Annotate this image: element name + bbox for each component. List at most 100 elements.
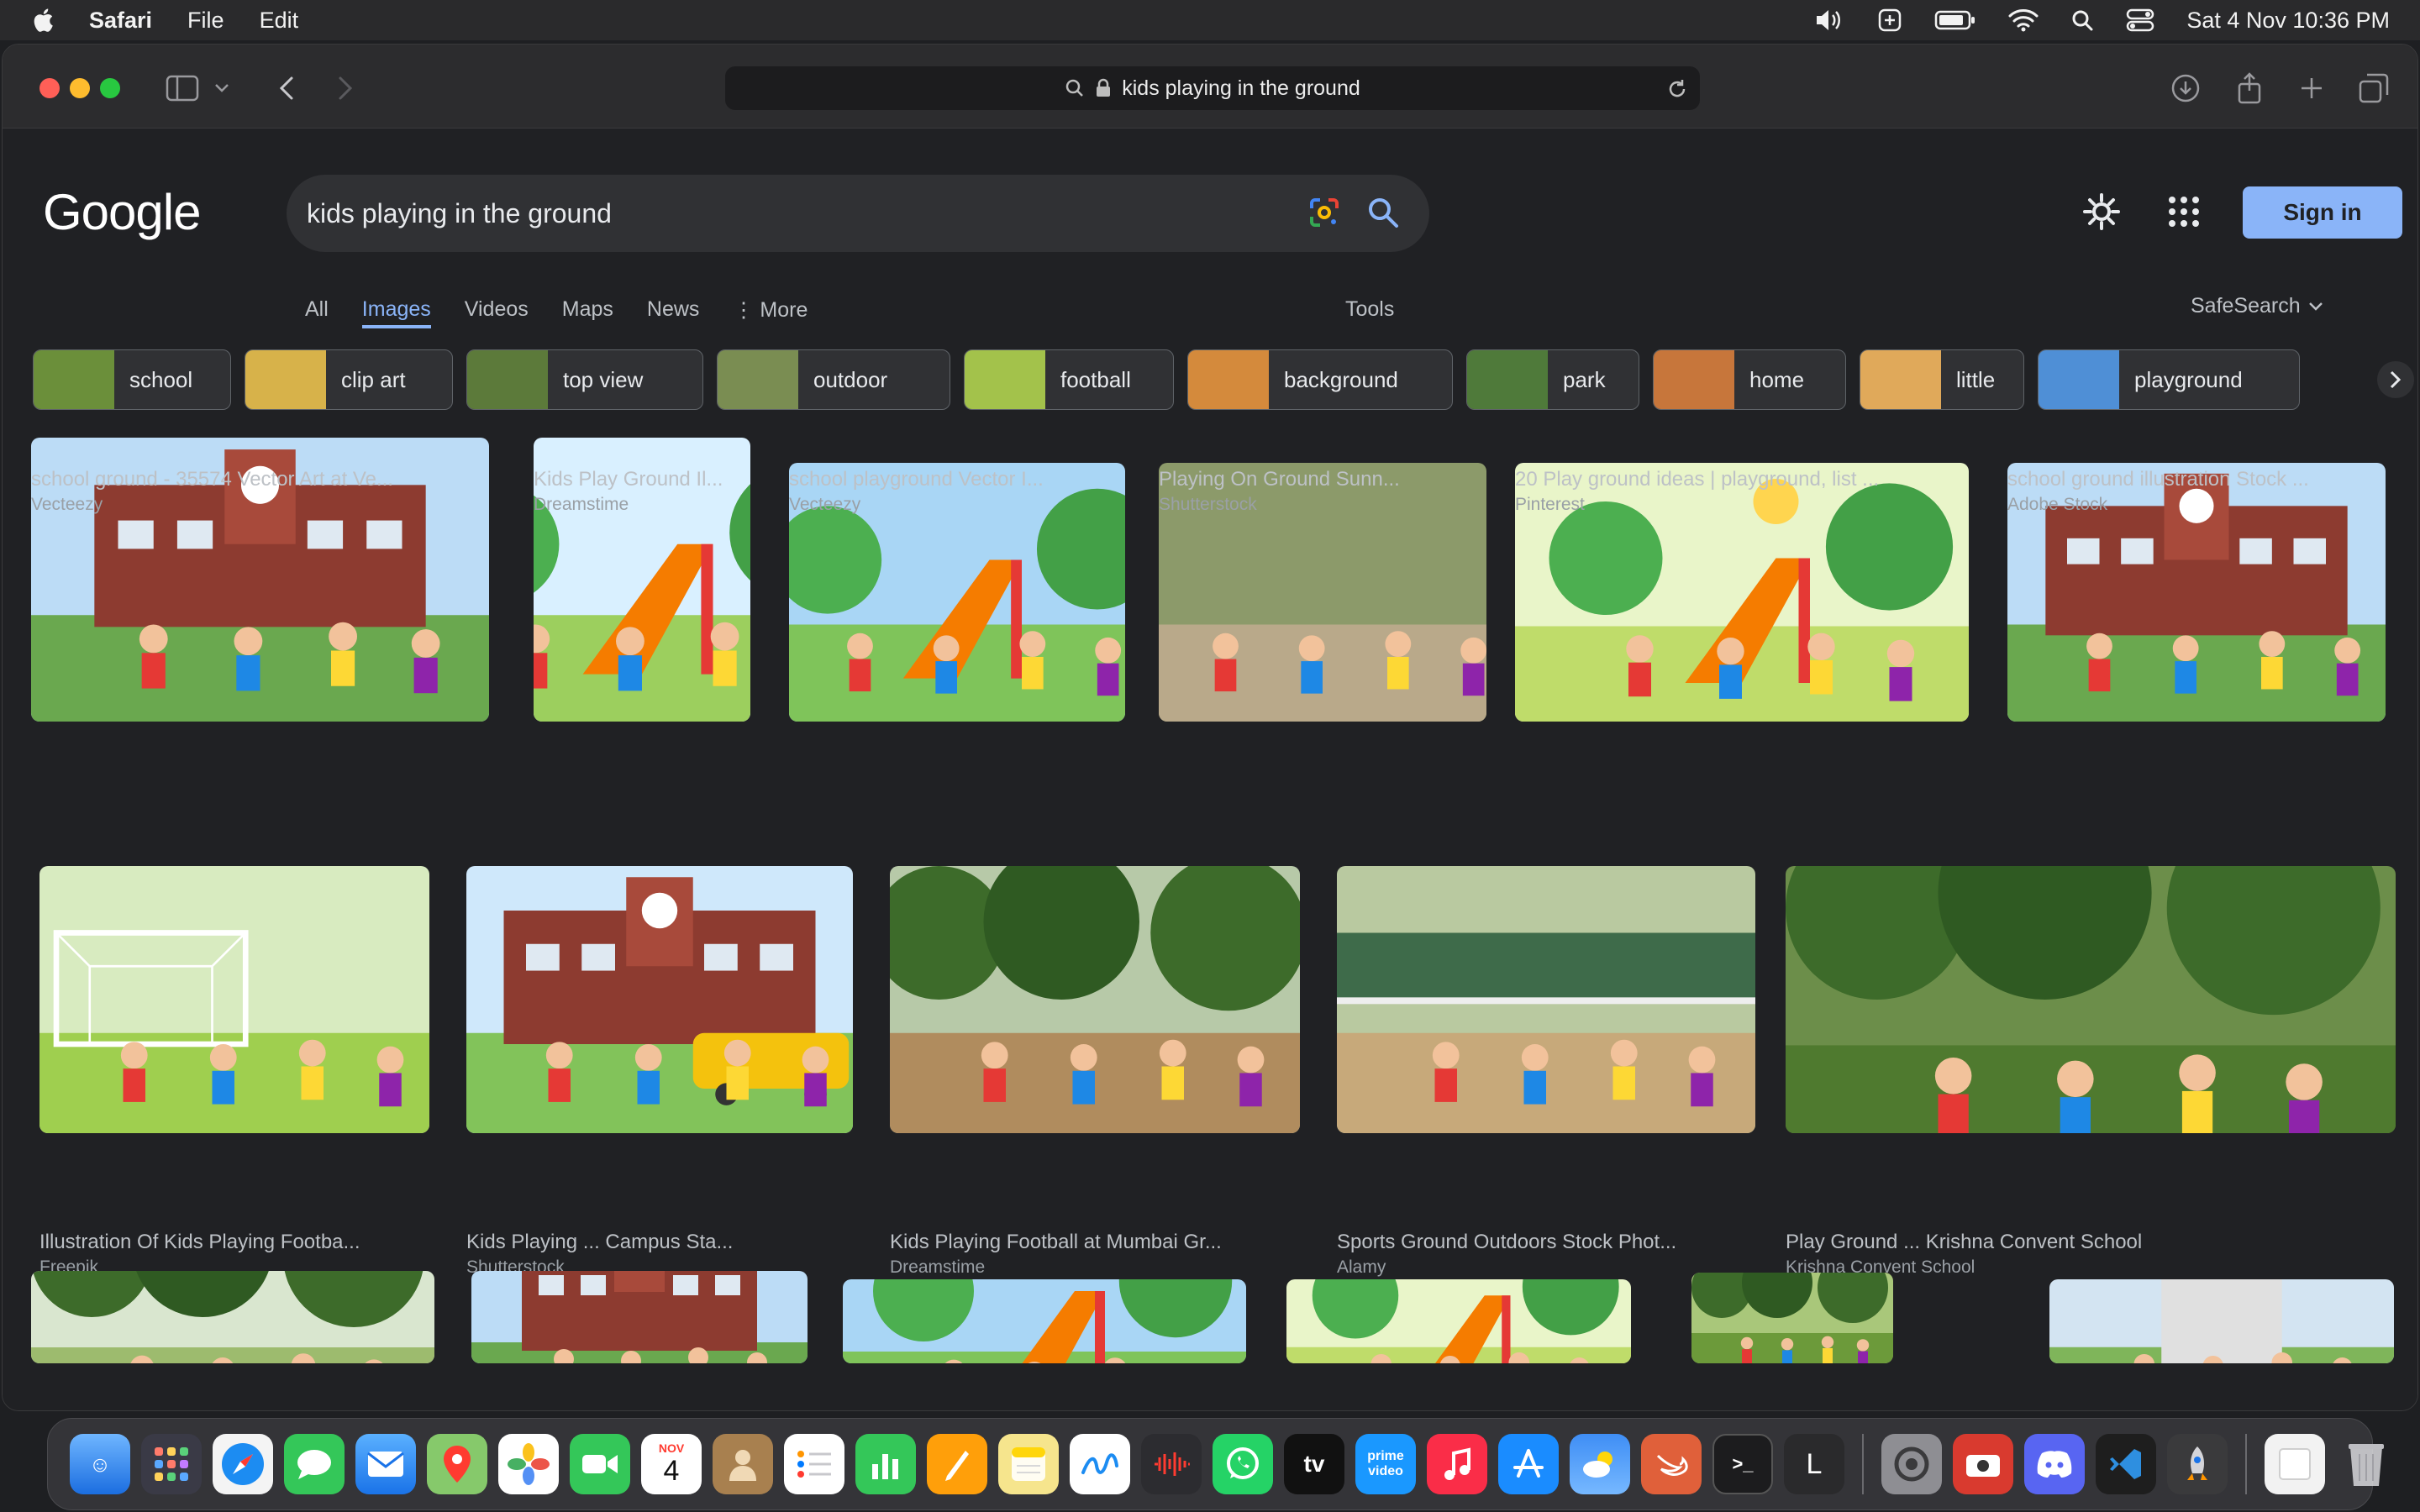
weather-icon[interactable]: [1570, 1434, 1630, 1494]
address-text[interactable]: kids playing in the ground: [1122, 76, 1360, 101]
trash-icon[interactable]: [2336, 1434, 2396, 1494]
swift-app-icon[interactable]: [1641, 1434, 1702, 1494]
tab-news[interactable]: News: [647, 297, 700, 328]
terminal-icon[interactable]: >_: [1712, 1434, 1773, 1494]
search-icon[interactable]: [1365, 195, 1401, 230]
search-input[interactable]: kids playing in the ground: [307, 198, 612, 229]
google-lens-icon[interactable]: [1307, 195, 1342, 230]
minimize-window-button[interactable]: [70, 78, 90, 98]
result-source[interactable]: Vecteezy: [789, 495, 860, 515]
result-caption[interactable]: school playground Vector I...: [789, 468, 1125, 491]
result-thumbnail[interactable]: [1337, 866, 1755, 1133]
google-apps-grid-icon[interactable]: [2164, 192, 2204, 232]
tab-videos[interactable]: Videos: [465, 297, 529, 328]
download-icon[interactable]: [2165, 68, 2206, 108]
downloads-stack-icon[interactable]: [2265, 1434, 2325, 1494]
result-thumbnail[interactable]: [1691, 1273, 1893, 1363]
address-bar[interactable]: kids playing in the ground: [725, 66, 1700, 110]
related-chip[interactable]: outdoor: [717, 349, 950, 410]
result-thumbnail[interactable]: [31, 1271, 434, 1363]
battery-icon[interactable]: [1934, 9, 1976, 31]
app-store-icon[interactable]: [1498, 1434, 1559, 1494]
result-source[interactable]: Pinterest: [1515, 495, 1585, 515]
voice-memos-icon[interactable]: [1141, 1434, 1202, 1494]
result-source[interactable]: Adobe Stock: [2007, 495, 2107, 515]
freeform-icon[interactable]: [1070, 1434, 1130, 1494]
control-icon[interactable]: [1877, 8, 1902, 33]
whatsapp-icon[interactable]: [1213, 1434, 1273, 1494]
result-source[interactable]: Shutterstock: [1159, 495, 1257, 515]
pages-icon[interactable]: [927, 1434, 987, 1494]
sidebar-toggle-icon[interactable]: [162, 68, 203, 108]
related-chip[interactable]: little: [1860, 349, 2024, 410]
tab-images[interactable]: Images: [361, 297, 431, 328]
l-app-icon[interactable]: L: [1784, 1434, 1844, 1494]
settings-gear-icon[interactable]: [2081, 192, 2122, 232]
finder-icon[interactable]: ☺: [70, 1434, 130, 1494]
result-thumbnail[interactable]: [39, 866, 429, 1133]
menu-edit[interactable]: Edit: [260, 8, 299, 34]
related-chip[interactable]: park: [1466, 349, 1639, 410]
result-caption[interactable]: school ground illustration Stock ...: [2007, 468, 2386, 491]
new-tab-icon[interactable]: [2291, 68, 2332, 108]
facetime-icon[interactable]: [570, 1434, 630, 1494]
apple-tv-icon[interactable]: tv: [1284, 1434, 1344, 1494]
result-source[interactable]: Vecteezy: [31, 495, 103, 515]
result-thumbnail[interactable]: [1286, 1279, 1631, 1363]
tab-maps[interactable]: Maps: [562, 297, 613, 328]
mail-icon[interactable]: [355, 1434, 416, 1494]
result-thumbnail[interactable]: [1786, 866, 2396, 1133]
result-source[interactable]: Alamy: [1337, 1257, 1386, 1278]
chips-next-button[interactable]: [2377, 361, 2414, 398]
safari-icon[interactable]: [213, 1434, 273, 1494]
numbers-icon[interactable]: [855, 1434, 916, 1494]
result-caption[interactable]: 20 Play ground ideas | playground, list …: [1515, 468, 1969, 491]
notes-icon[interactable]: [998, 1434, 1059, 1494]
result-thumbnail[interactable]: [890, 866, 1300, 1133]
result-caption[interactable]: Kids Play Ground Il...: [534, 468, 750, 491]
related-chip[interactable]: playground: [2038, 349, 2300, 410]
system-settings-icon[interactable]: [1881, 1434, 1942, 1494]
safesearch-toggle[interactable]: SafeSearch: [2191, 294, 2323, 318]
result-caption[interactable]: school ground - 35574 Vector Art at Ve..…: [31, 468, 489, 491]
search-box[interactable]: kids playing in the ground: [287, 175, 1429, 252]
result-thumbnail[interactable]: [466, 866, 853, 1133]
related-chip[interactable]: home: [1653, 349, 1846, 410]
related-chip[interactable]: top view: [466, 349, 703, 410]
chevron-down-icon[interactable]: [209, 68, 234, 108]
result-caption[interactable]: Playing On Ground Sunn...: [1159, 468, 1486, 491]
close-window-button[interactable]: [39, 78, 60, 98]
calendar-icon[interactable]: NOV 4: [641, 1434, 702, 1494]
wifi-icon[interactable]: [2008, 8, 2039, 32]
prime-video-icon[interactable]: prime video: [1355, 1434, 1416, 1494]
clock[interactable]: Sat 4 Nov 10:36 PM: [2186, 8, 2390, 34]
result-caption[interactable]: Play Ground ... Krishna Convent School: [1786, 1231, 2396, 1254]
result-caption[interactable]: Sports Ground Outdoors Stock Phot...: [1337, 1231, 1755, 1254]
related-chip[interactable]: school: [33, 349, 231, 410]
contacts-icon[interactable]: [713, 1434, 773, 1494]
tab-more[interactable]: ⋮ More: [733, 297, 808, 328]
music-icon[interactable]: [1427, 1434, 1487, 1494]
menu-file[interactable]: File: [187, 8, 224, 34]
messages-icon[interactable]: [284, 1434, 345, 1494]
result-thumbnail[interactable]: [2049, 1279, 2394, 1363]
forward-arrow-icon[interactable]: [325, 68, 366, 108]
result-source[interactable]: Dreamstime: [890, 1257, 985, 1278]
photo-booth-icon[interactable]: [1953, 1434, 2013, 1494]
photos-icon[interactable]: [498, 1434, 559, 1494]
volume-icon[interactable]: [1813, 8, 1845, 33]
vscode-icon[interactable]: [2096, 1434, 2156, 1494]
result-caption[interactable]: Kids Playing ... Campus Sta...: [466, 1231, 853, 1254]
tab-all[interactable]: All: [305, 297, 329, 328]
sign-in-button[interactable]: Sign in: [2243, 186, 2402, 239]
result-thumbnail[interactable]: [471, 1271, 808, 1363]
back-arrow-icon[interactable]: [266, 68, 307, 108]
reminders-icon[interactable]: [784, 1434, 844, 1494]
apple-logo-icon[interactable]: [30, 6, 59, 34]
control-center-icon[interactable]: [2126, 8, 2154, 32]
spotlight-search-icon[interactable]: [2070, 8, 2094, 32]
result-thumbnail[interactable]: [843, 1279, 1246, 1363]
google-logo[interactable]: Google: [43, 183, 201, 241]
result-source[interactable]: Dreamstime: [534, 495, 629, 515]
maps-icon[interactable]: [427, 1434, 487, 1494]
